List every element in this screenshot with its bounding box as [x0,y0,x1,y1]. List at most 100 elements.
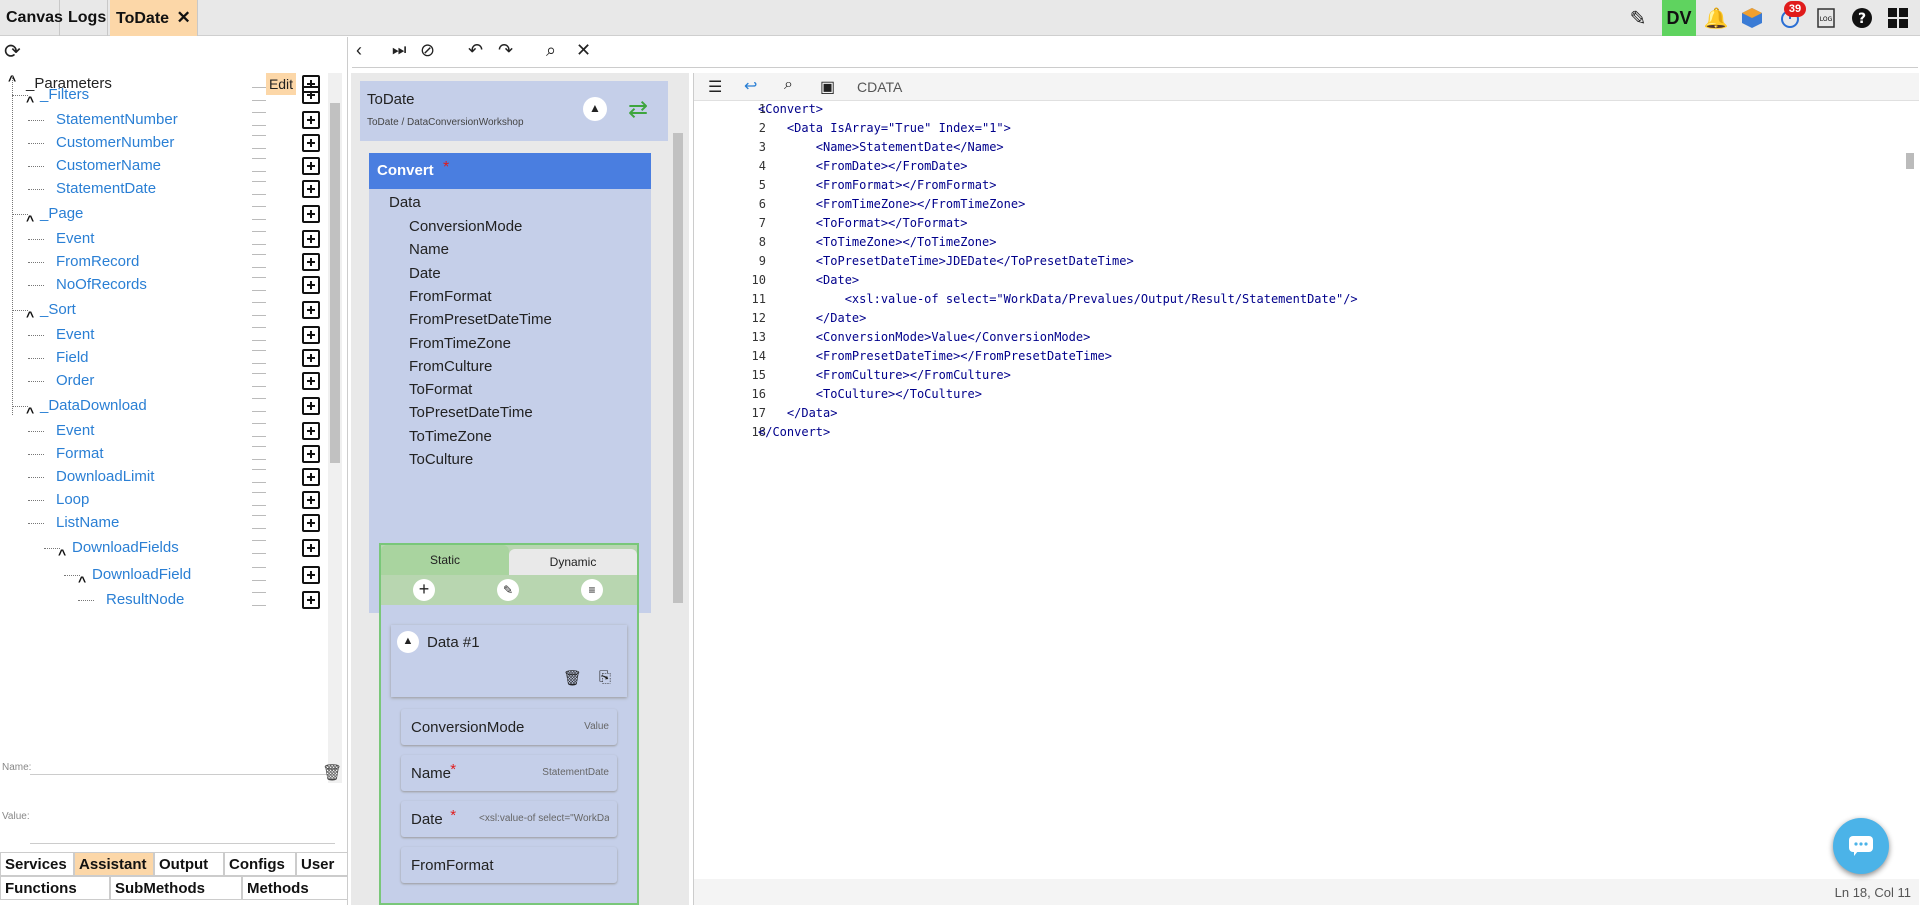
add-child-icon[interactable] [302,276,320,294]
tab-output[interactable]: Output [154,852,224,876]
add-child-icon[interactable] [302,445,320,463]
add-child-icon[interactable] [302,253,320,271]
tab-submethods[interactable]: SubMethods [110,876,242,900]
add-child-icon[interactable] [302,514,320,532]
editor-scroll-thumb[interactable] [1906,153,1914,169]
tree-item[interactable]: Event [56,326,94,343]
tree-item[interactable]: _Sort [40,301,76,318]
trash-icon[interactable]: 🗑 [322,763,342,783]
field-item[interactable]: ToPresetDateTime [409,404,625,421]
field-item[interactable]: Name [409,241,625,258]
tree-item[interactable]: CustomerNumber [56,134,174,151]
tree-item[interactable]: _Page [40,205,83,222]
code-line[interactable]: <Data IsArray="True" Index="1"> [758,121,1011,135]
field-item[interactable]: FromTimeZone [409,335,625,352]
grid-icon[interactable] [1884,4,1912,32]
tab-methods[interactable]: Methods [242,876,348,900]
tree-item[interactable]: DownloadLimit [56,468,154,485]
add-child-icon[interactable] [302,230,320,248]
add-child-icon[interactable] [302,301,320,319]
tab-configs[interactable]: Configs [224,852,296,876]
tab-static[interactable]: Static [381,545,509,575]
code-line[interactable]: </Convert> [758,425,830,439]
code-line[interactable]: </Date> [758,311,867,325]
field-item[interactable]: Date [409,265,625,282]
add-child-icon[interactable] [302,491,320,509]
add-child-icon[interactable] [302,134,320,152]
tree-item[interactable]: Order [56,372,94,389]
tree-item[interactable]: Event [56,422,94,439]
field-item[interactable]: FromFormat [409,288,625,305]
tree-item[interactable]: Format [56,445,104,462]
add-child-icon[interactable] [302,397,320,415]
edit-icon[interactable]: ✎ [497,579,519,601]
tab-assistant[interactable]: Assistant [74,852,154,876]
add-child-icon[interactable] [302,372,320,390]
panel-icon[interactable]: ▣ [820,77,835,97]
pencil-icon[interactable]: ✎ [1624,4,1652,32]
mode-label[interactable]: CDATA [857,79,902,95]
tree-item[interactable]: ResultNode [106,591,184,608]
add-child-icon[interactable] [302,326,320,344]
field-item[interactable]: ToCulture [409,451,625,468]
close-search-icon[interactable]: ✕ [576,40,591,61]
tree-item[interactable]: FromRecord [56,253,139,270]
field-item[interactable]: ToFormat [409,381,625,398]
tab-dynamic[interactable]: Dynamic [509,549,637,575]
tree-item[interactable]: NoOfRecords [56,276,147,293]
field-item[interactable]: FromPresetDateTime [409,311,625,328]
code-line[interactable]: <ToFormat></ToFormat> [758,216,968,230]
field-card[interactable]: Date * <xsl:value-of select="WorkDa... [401,801,617,837]
tab-logs[interactable]: Logs [62,0,108,36]
tab-todate[interactable]: ToDate ✕ [110,0,198,36]
tab-user[interactable]: User [296,852,348,876]
tree-item[interactable]: CustomerName [56,157,161,174]
tree-item[interactable]: StatementNumber [56,111,178,128]
code-line[interactable]: <ToCulture></ToCulture> [758,387,982,401]
code-line[interactable]: <FromCulture></FromCulture> [758,368,1011,382]
log-icon[interactable]: LOG [1812,4,1840,32]
code-line[interactable]: <xsl:value-of select="WorkData/Prevalues… [758,292,1358,306]
add-child-icon[interactable] [302,468,320,486]
delete-item-icon[interactable]: 🗑 [563,669,582,687]
back-icon[interactable]: ‹ [356,40,362,61]
code-line[interactable]: <FromFormat></FromFormat> [758,178,997,192]
tree-item[interactable]: DownloadField [92,566,191,583]
tree-item[interactable]: DownloadFields [72,539,179,556]
format-icon[interactable]: ≡ [581,579,603,601]
search-icon[interactable]: ⌕ [546,40,556,61]
value-input[interactable] [30,843,335,844]
tree-item[interactable]: ListName [56,514,119,531]
copy-item-icon[interactable]: ⎘ [599,669,611,686]
add-child-icon[interactable] [302,566,320,584]
add-icon[interactable]: + [413,579,435,601]
cancel-icon[interactable]: ⊘ [420,40,435,61]
step-icon[interactable]: ⏭ [392,42,406,60]
add-child-icon[interactable] [302,591,320,609]
close-icon[interactable]: ✕ [177,8,191,27]
tab-canvas[interactable]: Canvas [0,0,63,36]
align-icon[interactable]: ☰ [708,77,722,97]
code-line[interactable]: <Name>StatementDate</Name> [758,140,1004,154]
tree-item[interactable]: StatementDate [56,180,156,197]
cube-icon[interactable] [1738,4,1766,32]
bell-icon[interactable]: 🔔 [1702,4,1730,32]
wrap-icon[interactable]: ↩ [744,76,757,96]
add-child-icon[interactable] [302,180,320,198]
middle-scrollbar[interactable] [671,73,685,905]
code-line[interactable]: <ToPresetDateTime>JDEDate</ToPresetDateT… [758,254,1134,268]
tree-item[interactable]: Event [56,230,94,247]
field-card[interactable]: Name * StatementDate [401,755,617,791]
field-item[interactable]: ToTimeZone [409,428,625,445]
redo-icon[interactable]: ↷ [498,40,513,61]
code-line[interactable]: <ToTimeZone></ToTimeZone> [758,235,997,249]
tree-item[interactable]: Field [56,349,89,366]
refresh-icon[interactable]: ⟳ [4,39,21,64]
undo-icon[interactable]: ↶ [468,40,483,61]
collapse-icon[interactable]: ▲ [583,97,607,121]
tree-scrollbar[interactable] [328,73,342,783]
field-card[interactable]: ConversionMode Value [401,709,617,745]
sync-icon[interactable]: ⇄ [628,95,648,124]
convert-row[interactable]: Convert * [369,153,651,189]
add-child-icon[interactable] [302,539,320,557]
